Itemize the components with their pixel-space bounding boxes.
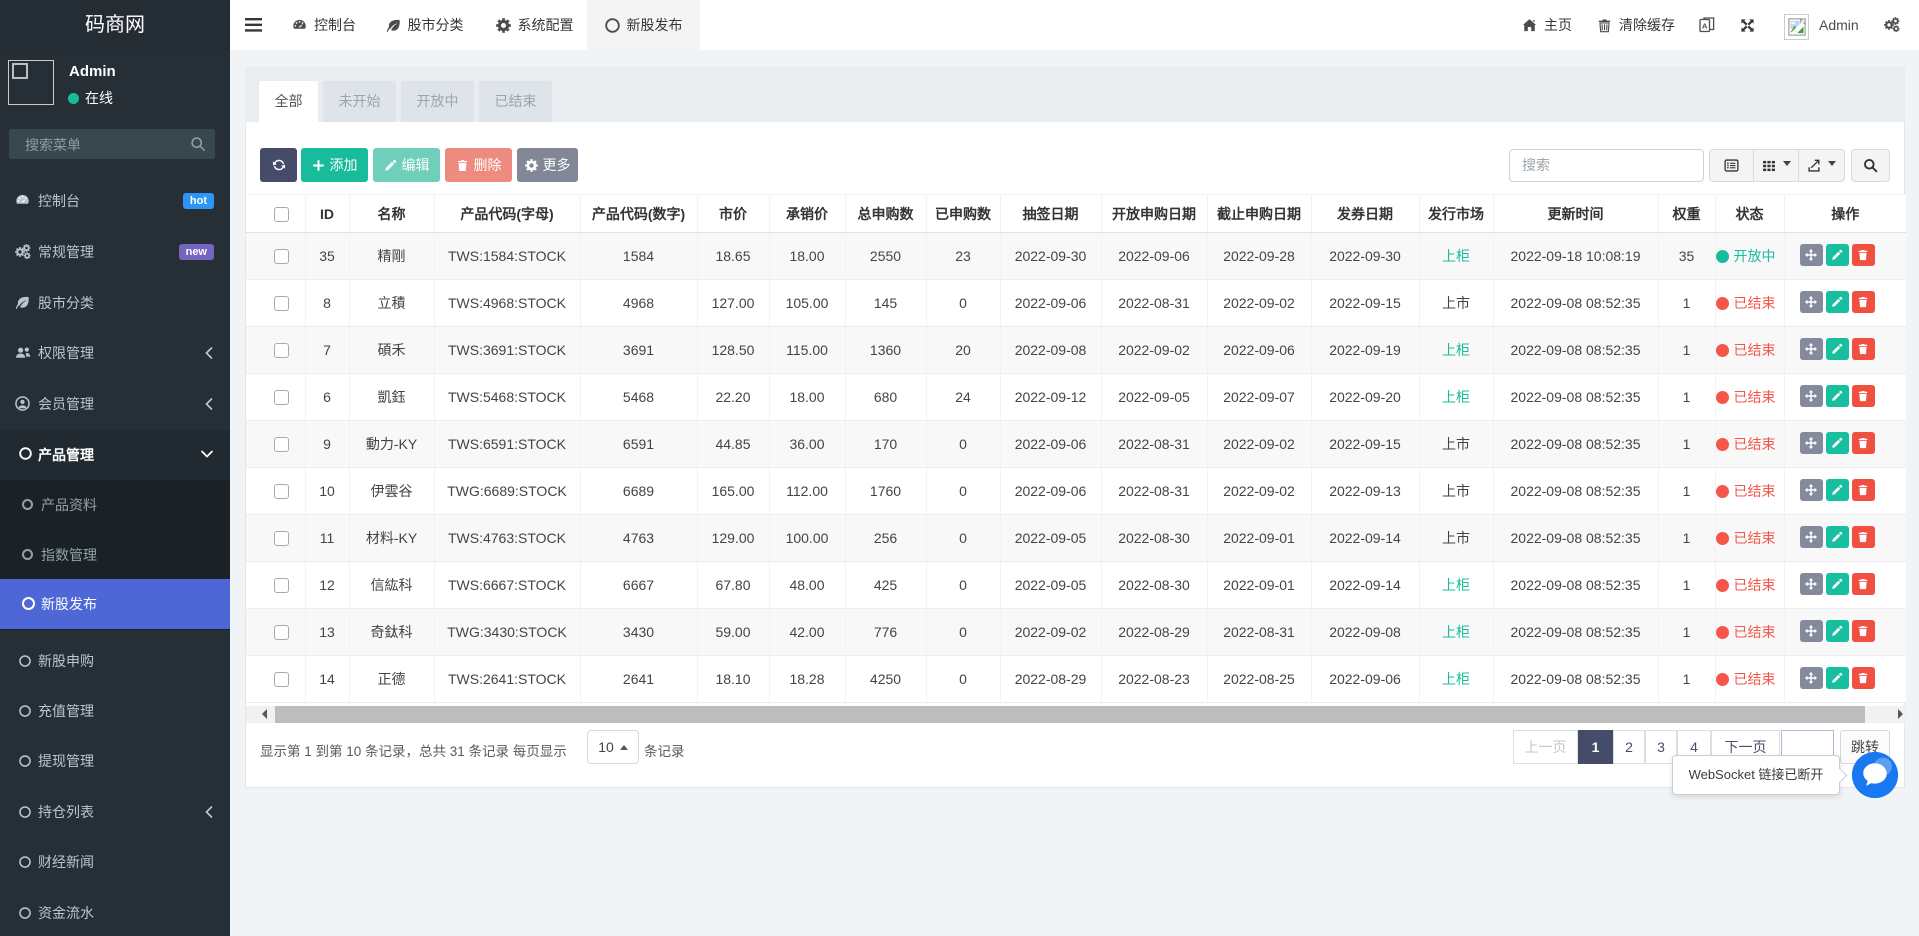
svg-text:A: A <box>1702 21 1708 30</box>
